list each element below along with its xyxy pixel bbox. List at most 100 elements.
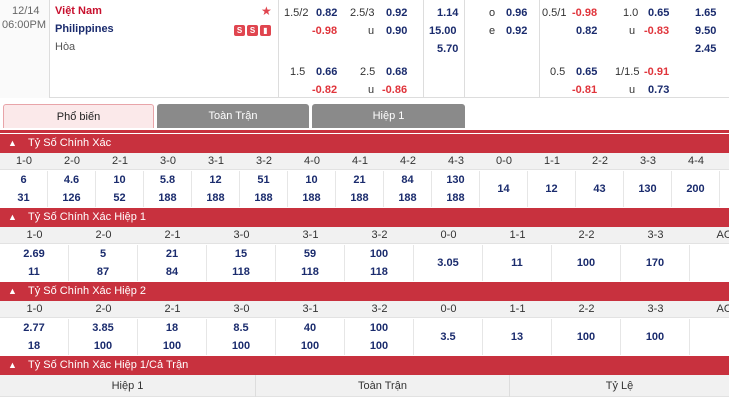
- ft-handicap-away-1[interactable]: -0.98: [312, 25, 337, 37]
- home-win-odds[interactable]: 51: [240, 174, 287, 186]
- ft-ou-under-2[interactable]: -0.86: [382, 84, 407, 96]
- away-win-odds[interactable]: 18: [0, 340, 68, 352]
- away-win-odds[interactable]: 100: [138, 340, 206, 352]
- home-win-odds[interactable]: 5: [69, 248, 137, 260]
- away-win-odds[interactable]: 188: [240, 192, 287, 204]
- home-win-odds[interactable]: 59: [276, 248, 344, 260]
- section-header-correct-score-h1[interactable]: ▲ Tỷ Số Chính Xác Hiệp 1: [0, 208, 729, 227]
- away-win-odds[interactable]: 188: [144, 192, 191, 204]
- home-win-odds[interactable]: 15: [207, 248, 275, 260]
- home-win-odds[interactable]: 100: [345, 322, 413, 334]
- home-win-odds[interactable]: 100: [345, 248, 413, 260]
- away-team[interactable]: Philippines: [55, 23, 114, 35]
- stats-badge-icon[interactable]: S: [234, 25, 245, 36]
- home-win-odds[interactable]: 84: [384, 174, 431, 186]
- draw-odds[interactable]: 11: [483, 257, 551, 269]
- h1-handicap-home-1[interactable]: -0.98: [572, 7, 597, 19]
- h1-1x2-home[interactable]: 1.65: [695, 7, 716, 19]
- h1-1x2-away[interactable]: 9.50: [695, 25, 716, 37]
- home-win-odds[interactable]: 4.6: [48, 174, 95, 186]
- ft-ou-over-2[interactable]: 0.68: [386, 66, 407, 78]
- home-win-odds[interactable]: 5.8: [144, 174, 191, 186]
- h1-handicap-away-1[interactable]: 0.82: [576, 25, 597, 37]
- draw-odds[interactable]: 13: [483, 331, 551, 343]
- draw-odds-cell: 3.5: [414, 319, 483, 355]
- section-header-correct-score-h2[interactable]: ▲ Tỷ Số Chính Xác Hiệp 2: [0, 282, 729, 301]
- ft-1x2-home[interactable]: 1.14: [437, 7, 458, 19]
- ft-1x2-away[interactable]: 15.00: [429, 25, 457, 37]
- ft-ou-under-1[interactable]: 0.90: [386, 25, 407, 37]
- draw-odds[interactable]: 3.5: [414, 331, 482, 343]
- h1-ou-over-2[interactable]: -0.91: [644, 66, 669, 78]
- h1-handicap-home-2[interactable]: 0.65: [576, 66, 597, 78]
- home-win-odds[interactable]: 2.77: [0, 322, 68, 334]
- odd-value[interactable]: 0.96: [506, 7, 527, 19]
- away-win-odds[interactable]: 118: [345, 266, 413, 278]
- stream-badge-icon[interactable]: S: [247, 25, 258, 36]
- away-win-odds[interactable]: 52: [96, 192, 143, 204]
- draw-odds[interactable]: 3.05: [414, 257, 482, 269]
- tab-first-half[interactable]: Hiệp 1: [312, 104, 465, 128]
- draw-odds[interactable]: 200: [672, 183, 719, 195]
- away-win-odds[interactable]: 188: [384, 192, 431, 204]
- away-win-odds[interactable]: 87: [69, 266, 137, 278]
- draw-odds[interactable]: 14: [480, 183, 527, 195]
- draw-odds[interactable]: 100: [552, 257, 620, 269]
- home-win-odds[interactable]: 18: [138, 322, 206, 334]
- away-win-odds[interactable]: 126: [48, 192, 95, 204]
- draw-odds[interactable]: 130: [624, 183, 671, 195]
- home-win-odds[interactable]: 21: [138, 248, 206, 260]
- tab-popular[interactable]: Phổ biến: [3, 104, 154, 128]
- home-win-odds[interactable]: 40: [276, 322, 344, 334]
- away-win-odds[interactable]: 188: [336, 192, 383, 204]
- collapse-arrow-icon[interactable]: ▲: [8, 282, 17, 301]
- h1-ou-under-2[interactable]: 0.73: [648, 84, 669, 96]
- h1-handicap-away-2[interactable]: -0.81: [572, 84, 597, 96]
- home-win-odds[interactable]: 130: [432, 174, 479, 186]
- away-win-odds[interactable]: 118: [207, 266, 275, 278]
- score-odds-cell: 100 118: [345, 245, 414, 281]
- ft-handicap-away-2[interactable]: -0.82: [312, 84, 337, 96]
- draw-odds[interactable]: 100: [552, 331, 620, 343]
- chart-icon[interactable]: ▮: [260, 25, 271, 36]
- draw-odds[interactable]: 100: [621, 331, 689, 343]
- ft-1x2-draw[interactable]: 5.70: [437, 43, 458, 55]
- h1-ou-over-1[interactable]: 0.65: [648, 7, 669, 19]
- collapse-arrow-icon[interactable]: ▲: [8, 356, 17, 375]
- section-header-htft[interactable]: ▲ Tỷ Số Chính Xác Hiệp 1/Cả Trận: [0, 356, 729, 375]
- home-win-odds[interactable]: 10: [96, 174, 143, 186]
- h1-ou-under-1[interactable]: -0.83: [644, 25, 669, 37]
- away-win-odds[interactable]: 188: [192, 192, 239, 204]
- home-win-odds[interactable]: 10: [288, 174, 335, 186]
- away-win-odds[interactable]: 100: [207, 340, 275, 352]
- collapse-arrow-icon[interactable]: ▲: [8, 134, 17, 153]
- ft-handicap-home-1[interactable]: 0.82: [316, 7, 337, 19]
- draw-odds[interactable]: 170: [621, 257, 689, 269]
- draw-odds[interactable]: 43: [576, 183, 623, 195]
- favorite-star-icon[interactable]: ★: [261, 4, 272, 18]
- home-win-odds[interactable]: 2.69: [0, 248, 68, 260]
- even-value[interactable]: 0.92: [506, 25, 527, 37]
- draw-odds[interactable]: 12: [528, 183, 575, 195]
- home-win-odds[interactable]: 3.85: [69, 322, 137, 334]
- home-win-odds[interactable]: 21: [336, 174, 383, 186]
- section-header-correct-score[interactable]: ▲ Tỷ Số Chính Xác: [0, 134, 729, 153]
- collapse-arrow-icon[interactable]: ▲: [8, 208, 17, 227]
- home-win-odds[interactable]: 12: [192, 174, 239, 186]
- away-win-odds[interactable]: 31: [0, 192, 47, 204]
- away-win-odds[interactable]: 118: [276, 266, 344, 278]
- away-win-odds[interactable]: 11: [0, 266, 68, 278]
- away-win-odds[interactable]: 100: [345, 340, 413, 352]
- home-team[interactable]: Việt Nam: [55, 5, 102, 17]
- home-win-odds[interactable]: 8.5: [207, 322, 275, 334]
- home-win-odds[interactable]: 6: [0, 174, 47, 186]
- away-win-odds[interactable]: 100: [69, 340, 137, 352]
- away-win-odds[interactable]: 100: [276, 340, 344, 352]
- tab-full-match[interactable]: Toàn Trận: [157, 104, 309, 128]
- ft-ou-over-1[interactable]: 0.92: [386, 7, 407, 19]
- ft-handicap-home-2[interactable]: 0.66: [316, 66, 337, 78]
- away-win-odds[interactable]: 84: [138, 266, 206, 278]
- away-win-odds[interactable]: 188: [432, 192, 479, 204]
- h1-1x2-draw[interactable]: 2.45: [695, 43, 716, 55]
- away-win-odds[interactable]: 188: [288, 192, 335, 204]
